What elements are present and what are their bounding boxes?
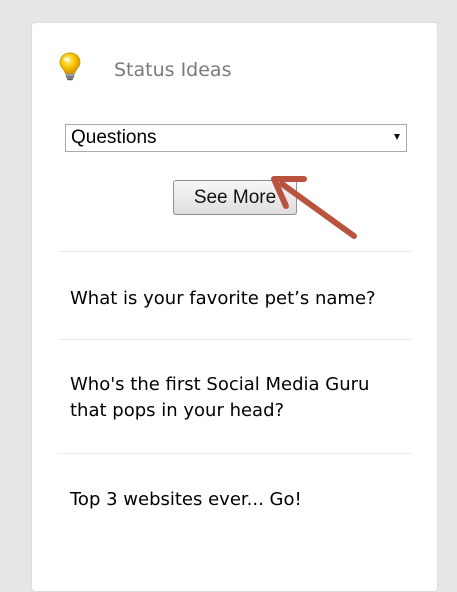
idea-item-2[interactable]: Who's the first Social Media Guru that p… bbox=[70, 372, 400, 424]
pointer-arrow-icon bbox=[266, 172, 360, 242]
divider bbox=[58, 339, 412, 340]
divider bbox=[58, 453, 412, 454]
lightbulb-icon bbox=[58, 52, 82, 82]
chevron-down-icon[interactable] bbox=[394, 134, 400, 140]
idea-item-1[interactable]: What is your favorite pet’s name? bbox=[70, 286, 400, 312]
divider bbox=[58, 251, 412, 252]
category-select[interactable]: Questions bbox=[65, 124, 407, 152]
idea-item-3[interactable]: Top 3 websites ever... Go! bbox=[70, 487, 400, 513]
status-ideas-widget: Status Ideas Questions See More What is … bbox=[31, 22, 438, 592]
category-select-value: Questions bbox=[71, 127, 157, 148]
widget-title: Status Ideas bbox=[114, 59, 232, 81]
